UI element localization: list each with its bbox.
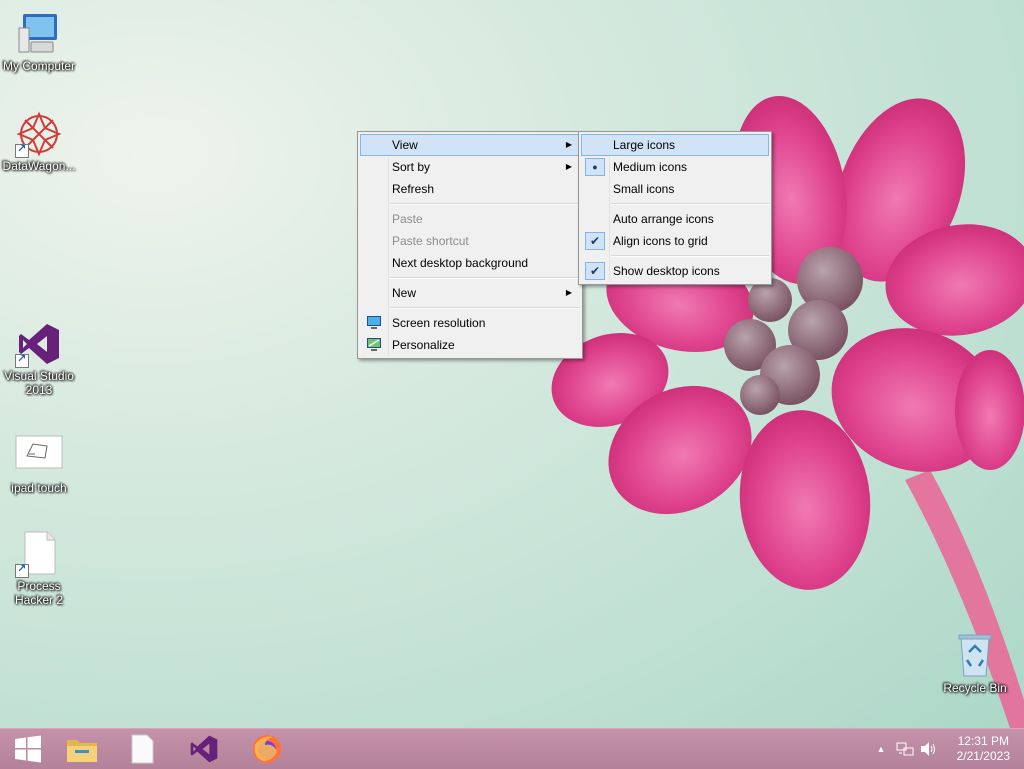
desktop-context-menu: View ▶ Sort by ▶ Refresh Paste Paste short…	[357, 131, 583, 359]
taskbar-clock[interactable]: 12:31 PM 2/21/2023	[957, 734, 1010, 764]
shortcut-arrow-icon	[15, 352, 29, 368]
desktop-icon-label: My Computer	[2, 59, 76, 73]
menu-item-label: Paste shortcut	[392, 234, 469, 248]
menu-item-label: New	[392, 286, 417, 300]
shortcut-arrow-icon	[15, 562, 29, 578]
submenu-arrow-icon: ▶	[565, 162, 572, 171]
screen-resolution-icon	[367, 316, 381, 329]
menu-item-small-icons[interactable]: Small icons	[581, 178, 769, 200]
check-glyph: ✔	[589, 264, 601, 278]
desktop-icon-process-hacker[interactable]: Process Hacker 2	[0, 530, 78, 607]
taskbar: ▲ 12:31 PM 2/21/2023	[0, 728, 1024, 769]
taskbar-firefox[interactable]	[239, 729, 295, 769]
menu-item-auto-arrange-icons[interactable]: Auto arrange icons	[581, 208, 769, 230]
menu-separator	[390, 277, 580, 279]
menu-item-next-desktop-background[interactable]: Next desktop background	[360, 252, 580, 274]
menu-item-label: Auto arrange icons	[613, 212, 714, 226]
wallpaper-flower	[551, 95, 1024, 728]
menu-item-label: Large icons	[613, 138, 676, 152]
desktop-icon-recycle-bin[interactable]: Recycle Bin	[936, 632, 1014, 695]
volume-icon[interactable]	[920, 741, 938, 757]
menu-item-label: Show desktop icons	[613, 264, 720, 278]
submenu-arrow-icon: ▶	[565, 140, 572, 149]
menu-separator	[390, 307, 580, 309]
menu-item-label: Personalize	[392, 338, 455, 352]
menu-item-label: Screen resolution	[392, 316, 486, 330]
datawagon-icon	[15, 110, 63, 158]
desktop-icon-label: DataWagon...	[2, 159, 76, 173]
desktop-icon-ipad-touch[interactable]: ipad touch	[0, 432, 78, 495]
desktop-icon-datawagon[interactable]: DataWagon...	[0, 110, 78, 173]
shortcut-arrow-icon	[15, 142, 29, 158]
ipad-touch-icon	[15, 432, 63, 480]
desktop-icon-label: ipad touch	[11, 481, 67, 495]
menu-item-label: Paste	[392, 212, 423, 226]
menu-separator	[611, 203, 769, 205]
menu-item-label: Medium icons	[613, 160, 688, 174]
start-button[interactable]	[0, 729, 56, 769]
firefox-icon	[253, 735, 281, 763]
process-hacker-icon	[15, 530, 63, 578]
menu-item-show-desktop-icons[interactable]: ✔ Show desktop icons	[581, 260, 769, 282]
desktop-icon-label: Process Hacker 2	[14, 579, 64, 607]
clock-time: 12:31 PM	[957, 734, 1009, 748]
visual-studio-icon	[15, 320, 63, 368]
menu-separator	[390, 203, 580, 205]
menu-item-label: Sort by	[392, 160, 431, 174]
clock-date: 2/21/2023	[956, 749, 1010, 763]
menu-separator	[611, 255, 769, 257]
menu-item-view[interactable]: View ▶	[360, 134, 580, 156]
menu-item-refresh[interactable]: Refresh	[360, 178, 580, 200]
menu-item-large-icons[interactable]: Large icons	[581, 134, 769, 156]
desktop-icon-my-computer[interactable]: My Computer	[0, 10, 78, 73]
menu-item-label: Refresh	[392, 182, 435, 196]
submenu-arrow-icon: ▶	[565, 288, 572, 297]
system-tray: ▲	[874, 729, 938, 769]
blank-document-icon	[131, 734, 154, 764]
menu-item-align-icons-to-grid[interactable]: ✔ Align icons to grid	[581, 230, 769, 252]
menu-item-label: Next desktop background	[392, 256, 529, 270]
checkmark-icon: ✔	[585, 232, 605, 250]
checkmark-icon: ✔	[585, 262, 605, 280]
show-hidden-icons-chevron-icon[interactable]: ▲	[874, 744, 888, 754]
menu-item-paste-shortcut: Paste shortcut	[360, 230, 580, 252]
personalize-icon	[367, 338, 381, 351]
desktop-icon-label: Recycle Bin	[943, 681, 1007, 695]
desktop-icon-visual-studio[interactable]: Visual Studio 2013	[0, 320, 78, 397]
menu-item-label: Align icons to grid	[613, 234, 708, 248]
menu-item-paste: Paste	[360, 208, 580, 230]
selected-bullet-icon: ●	[585, 158, 605, 176]
menu-item-sort-by[interactable]: Sort by ▶	[360, 156, 580, 178]
menu-item-new[interactable]: New ▶	[360, 282, 580, 304]
menu-item-screen-resolution[interactable]: Screen resolution	[360, 312, 580, 334]
menu-item-label: Small icons	[613, 182, 675, 196]
taskbar-blank-document[interactable]	[114, 729, 170, 769]
view-submenu: Large icons ● Medium icons Small icons A…	[578, 131, 772, 285]
visual-studio-icon	[190, 735, 218, 763]
start-icon	[15, 735, 41, 763]
file-explorer-icon	[67, 740, 97, 762]
desktop-icon-label: Visual Studio 2013	[4, 369, 74, 397]
recycle-bin-icon	[951, 632, 999, 680]
computer-icon	[15, 10, 63, 58]
taskbar-visual-studio[interactable]	[176, 729, 232, 769]
check-glyph: ✔	[589, 234, 601, 248]
taskbar-file-explorer[interactable]	[54, 729, 110, 769]
menu-item-label: View	[392, 138, 418, 152]
bullet-glyph: ●	[592, 162, 598, 172]
menu-item-personalize[interactable]: Personalize	[360, 334, 580, 356]
menu-item-medium-icons[interactable]: ● Medium icons	[581, 156, 769, 178]
network-icon[interactable]	[896, 741, 914, 757]
